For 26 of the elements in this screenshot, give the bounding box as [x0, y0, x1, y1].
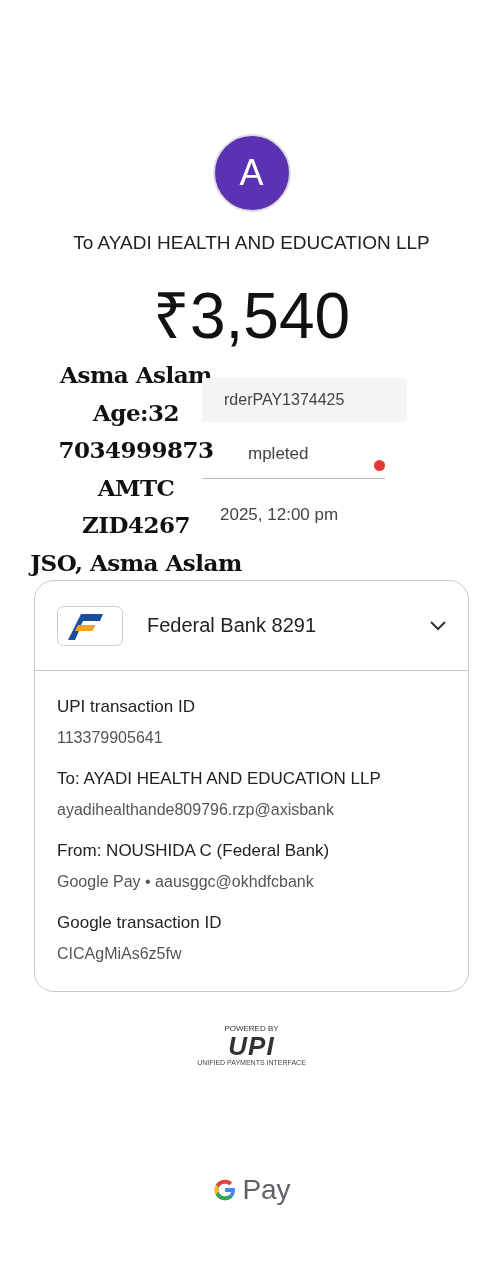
overlay-note-line: ZID4267 [82, 510, 190, 540]
detail-label: To: AYADI HEALTH AND EDUCATION LLP [57, 769, 382, 789]
date-text: 2025, 12:00 pm [219, 505, 340, 525]
pay-text: Pay [242, 1174, 291, 1206]
overlay-note-line: JSO, Asma Aslam [30, 547, 242, 578]
chevron-down-icon[interactable] [430, 620, 446, 631]
detail-value: CICAgMiAs6z5fw [57, 945, 183, 963]
overlay-note-line: AMTC [97, 472, 175, 503]
recipient-title: To AYADI HEALTH AND EDUCATION LLP [73, 232, 430, 254]
detail-value: 113379905641 [57, 729, 164, 747]
amount: ₹3,540 [152, 279, 351, 354]
detail-value: ayadihealthande809796.rzp@axisbank [57, 801, 335, 819]
powered-by-text: POWERED BY [224, 1024, 279, 1033]
detail-label: Google transaction ID [57, 913, 223, 933]
detail-value: Google Pay • aausggc@okhdfcbank [57, 873, 315, 891]
detail-label: UPI transaction ID [57, 697, 196, 717]
avatar: A [212, 134, 291, 212]
status-dot [374, 460, 385, 471]
bank-logo-icon [57, 605, 123, 646]
note-field: rderPAY1374425 [202, 378, 407, 422]
upi-logo: UPI [228, 1033, 275, 1059]
overlay-note-line: Age:32 [92, 397, 180, 428]
bank-row[interactable]: Federal Bank 8291 [35, 581, 468, 671]
bank-name: Federal Bank 8291 [147, 614, 317, 637]
detail-label: From: NOUSHIDA C (Federal Bank) [57, 841, 331, 861]
overlay-note-line: 7034999873 [58, 435, 214, 465]
